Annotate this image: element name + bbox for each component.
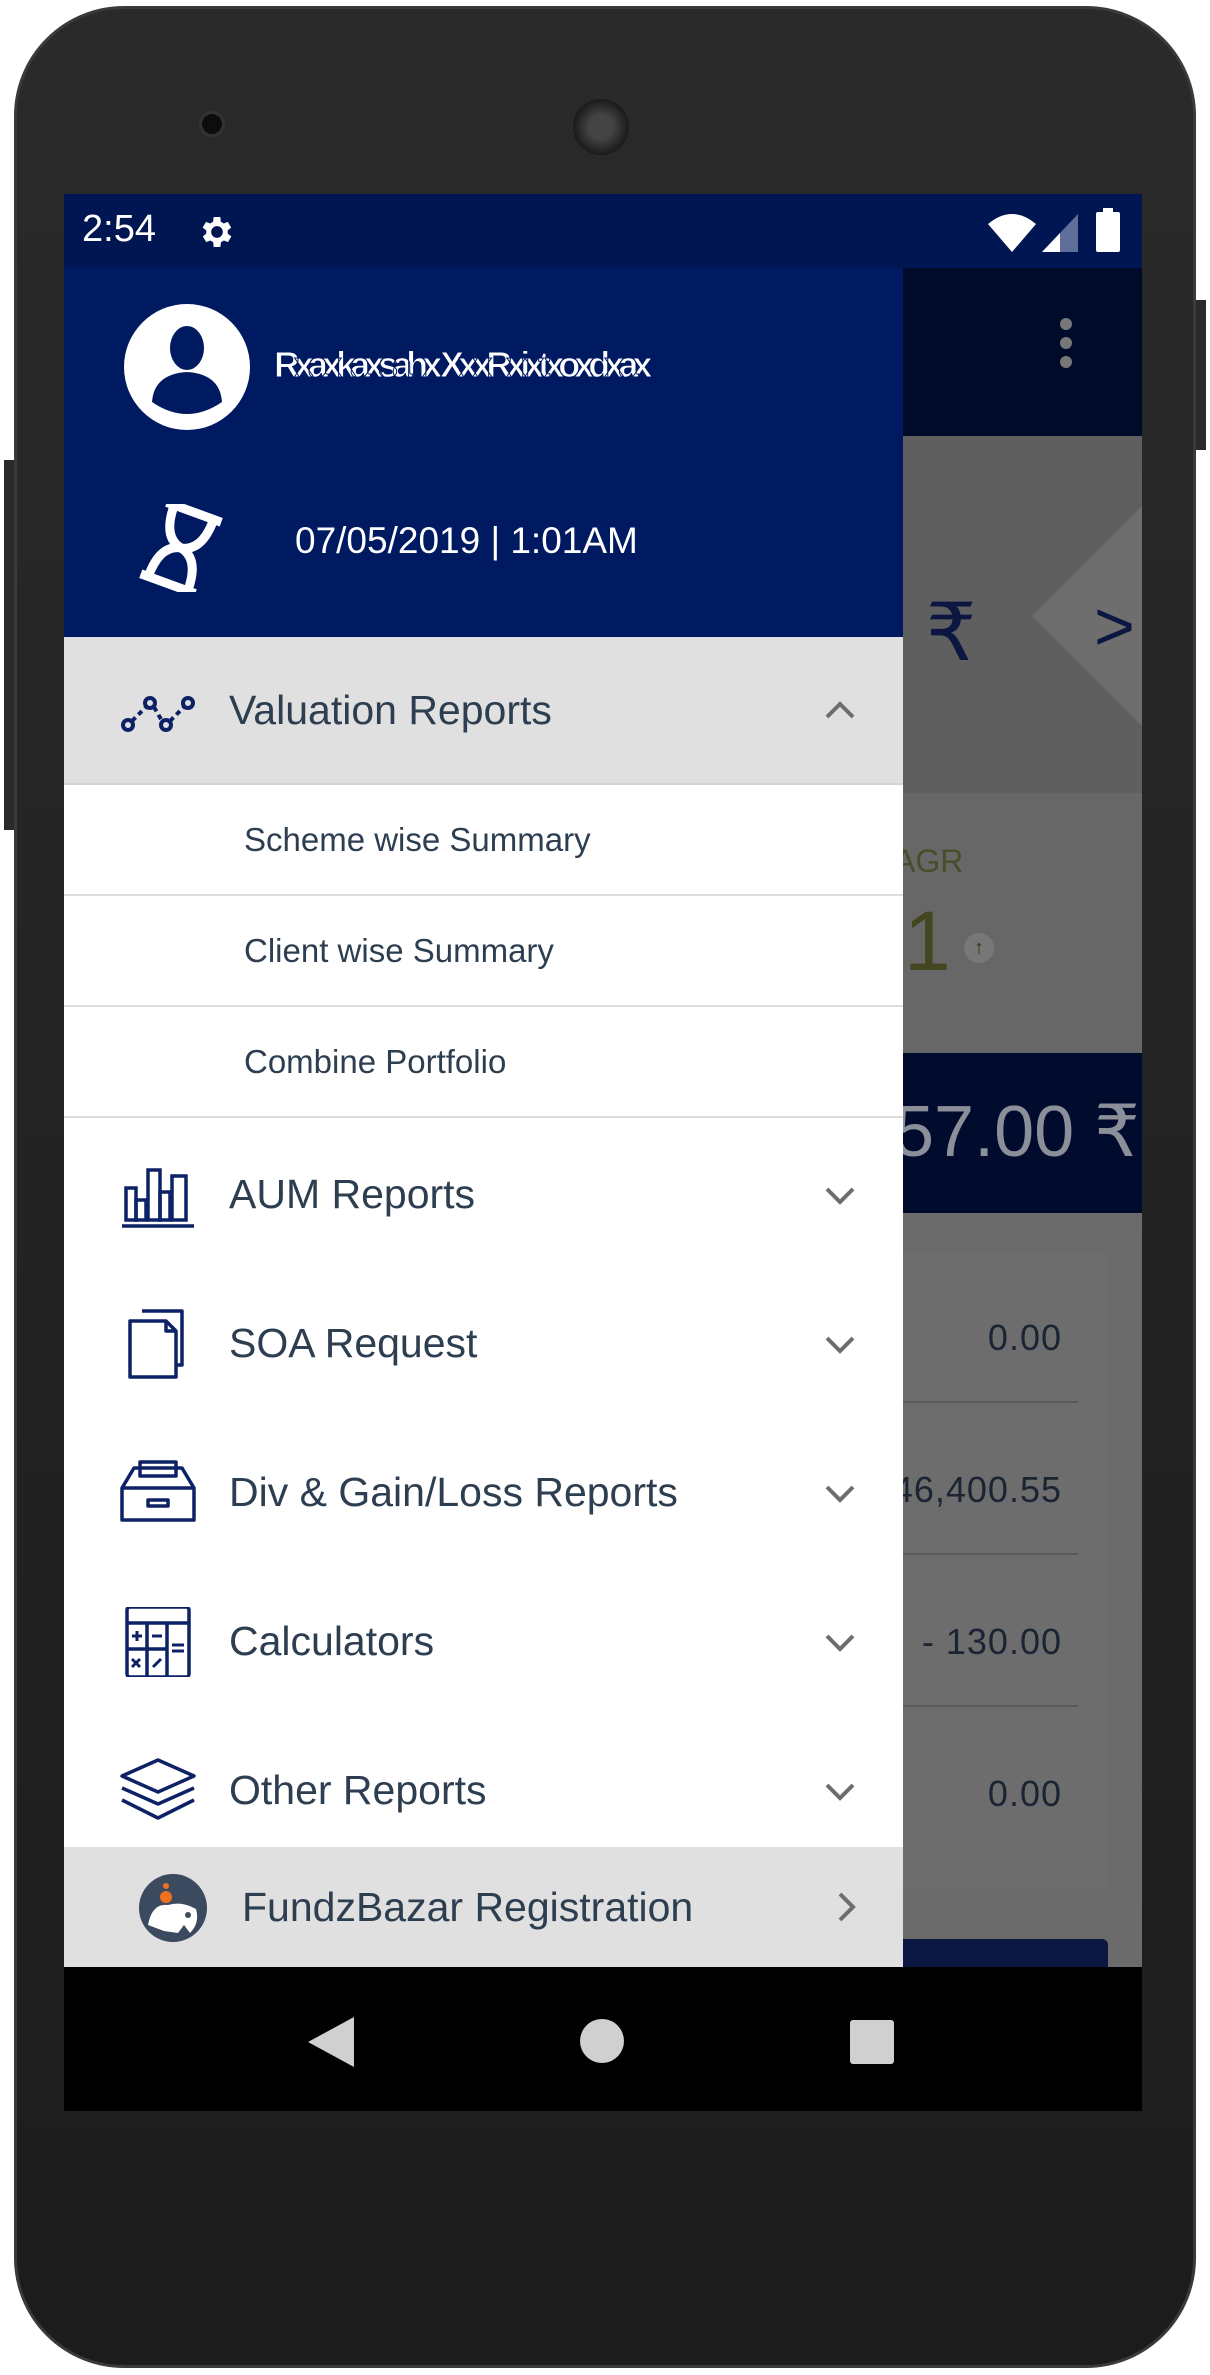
card-value: 0.00 bbox=[987, 1317, 1062, 1358]
line-chart-icon bbox=[121, 696, 195, 732]
calculator-icon bbox=[125, 1606, 191, 1677]
layers-icon bbox=[120, 1757, 196, 1820]
recents-icon[interactable] bbox=[850, 2020, 894, 2064]
menu-label: Valuation Reports bbox=[229, 686, 552, 733]
drawer-header: Rxaxkaxsahx XxxRxixtxoxdxax 07/05/2019 |… bbox=[64, 268, 903, 637]
cagr-value: 1 bbox=[904, 894, 951, 988]
card-value: - 130.00 bbox=[921, 1621, 1062, 1662]
menu-item-aum-reports[interactable]: AUM Reports bbox=[64, 1120, 903, 1269]
card-value: 46,400.55 bbox=[892, 1469, 1062, 1510]
chevron-down-icon[interactable] bbox=[823, 1625, 857, 1659]
screen: 1 ₹ > AGR 1 ↑ 57.00 ₹ 0.00 46,400.55 - 1… bbox=[64, 194, 1142, 2111]
documents-icon bbox=[128, 1308, 184, 1379]
avatar-icon bbox=[124, 304, 250, 430]
chevron-down-icon[interactable] bbox=[823, 1774, 857, 1808]
submenu-item-combine-portfolio[interactable]: Combine Portfolio bbox=[64, 1007, 903, 1118]
chevron-up-icon[interactable] bbox=[823, 693, 857, 727]
menu-label: Div & Gain/Loss Reports bbox=[229, 1469, 678, 1515]
settings-icon bbox=[202, 217, 232, 247]
submenu-label: Scheme wise Summary bbox=[244, 820, 591, 858]
back-icon[interactable] bbox=[308, 2017, 354, 2067]
fundzbazar-logo-icon bbox=[139, 1874, 207, 1942]
inbox-tray-icon bbox=[120, 1459, 196, 1522]
last-login-time: 07/05/2019 | 1:01AM bbox=[295, 520, 638, 561]
submenu-label: Combine Portfolio bbox=[244, 1042, 507, 1080]
submenu-label: Client wise Summary bbox=[244, 931, 554, 969]
clock: 2:54 bbox=[82, 208, 156, 250]
menu-label: Other Reports bbox=[229, 1767, 487, 1813]
power-button[interactable] bbox=[1196, 300, 1206, 450]
signal-icon bbox=[1042, 214, 1078, 252]
next-arrow-icon[interactable]: > bbox=[1094, 586, 1135, 666]
navigation-drawer: Rxaxkaxsahx XxxRxixtxoxdxax 07/05/2019 |… bbox=[64, 268, 903, 1967]
menu-item-fundzbazar-registration[interactable]: FundzBazar Registration bbox=[64, 1847, 903, 1967]
hourglass-icon bbox=[139, 504, 223, 592]
menu-label: SOA Request bbox=[229, 1320, 478, 1366]
card-value: 0.00 bbox=[987, 1773, 1062, 1814]
arrow-up-icon: ↑ bbox=[964, 933, 994, 963]
front-camera bbox=[199, 111, 225, 137]
overflow-menu-icon[interactable] bbox=[1060, 318, 1072, 368]
menu-item-soa-request[interactable]: SOA Request bbox=[64, 1269, 903, 1418]
submenu-item-scheme-wise-summary[interactable]: Scheme wise Summary bbox=[64, 785, 903, 896]
chevron-down-icon[interactable] bbox=[823, 1476, 857, 1510]
battery-icon bbox=[1096, 208, 1120, 252]
cagr-label: AGR bbox=[894, 843, 964, 879]
menu-item-valuation-reports[interactable]: Valuation Reports bbox=[64, 637, 903, 785]
navigation-bar bbox=[64, 1967, 1142, 2111]
user-name: Rxaxkaxsahx XxxRxixtxoxdxax bbox=[273, 344, 652, 386]
earpiece-speaker bbox=[573, 99, 629, 155]
menu-item-calculators[interactable]: Calculators bbox=[64, 1567, 903, 1716]
status-bar: 2:54 bbox=[64, 194, 1142, 268]
chevron-down-icon[interactable] bbox=[823, 1178, 857, 1212]
chevron-right-icon[interactable] bbox=[829, 1890, 863, 1924]
chevron-down-icon[interactable] bbox=[823, 1327, 857, 1361]
menu-label: Calculators bbox=[229, 1618, 435, 1664]
wifi-icon bbox=[988, 214, 1036, 252]
home-icon[interactable] bbox=[580, 2019, 624, 2063]
volume-button[interactable] bbox=[4, 460, 14, 830]
menu-item-other-reports[interactable]: Other Reports bbox=[64, 1716, 903, 1865]
menu-label: FundzBazar Registration bbox=[242, 1883, 694, 1930]
menu-item-div-gain-loss-reports[interactable]: Div & Gain/Loss Reports bbox=[64, 1418, 903, 1567]
total-value: 57.00 ₹ bbox=[894, 1092, 1140, 1172]
submenu-item-client-wise-summary[interactable]: Client wise Summary bbox=[64, 896, 903, 1007]
menu-label: AUM Reports bbox=[229, 1171, 476, 1217]
bar-chart-icon bbox=[122, 1167, 194, 1228]
